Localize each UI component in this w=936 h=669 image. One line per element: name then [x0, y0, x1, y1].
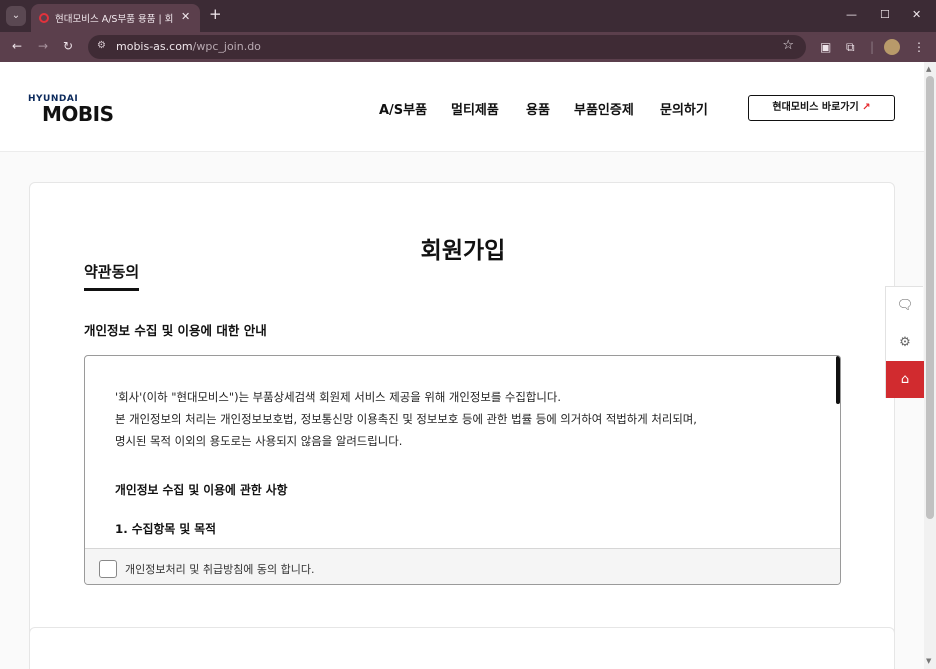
chat-icon[interactable]: 🗨: [886, 287, 924, 324]
quick-menu: 🗨 ⚙ ⌂: [885, 286, 924, 398]
favicon-icon: [39, 13, 49, 23]
terms-line: 명시된 목적 이외의 용도로는 사용되지 않음을 알려드립니다.: [115, 434, 403, 448]
extensions-puzzle-icon[interactable]: ⧉: [846, 40, 855, 55]
go-button-label: 현대모비스 바로가기: [772, 102, 859, 113]
privacy-notice-heading: 개인정보 수집 및 이용에 대한 안내: [84, 323, 267, 338]
nav-item-as-parts[interactable]: A/S부품: [379, 99, 427, 118]
page-scrollbar-thumb[interactable]: [926, 76, 934, 519]
url-host: mobis-as.com: [116, 40, 193, 53]
browser-address-bar: ← → ↻ ⚙ mobis-as.com/wpc_join.do ☆ ▣ ⧉ |…: [0, 32, 936, 62]
new-tab-button[interactable]: +: [209, 5, 222, 23]
site-settings-icon[interactable]: ⚙: [97, 40, 106, 51]
terms-line: '회사'(이하 "현대모비스")는 부품상세검색 회원제 서비스 제공을 위해 …: [115, 390, 561, 404]
window-close-button[interactable]: ✕: [912, 8, 921, 21]
terms-box: '회사'(이하 "현대모비스")는 부품상세검색 회원제 서비스 제공을 위해 …: [84, 355, 841, 585]
url-input[interactable]: ⚙ mobis-as.com/wpc_join.do ☆: [88, 35, 806, 59]
profile-avatar[interactable]: [884, 39, 900, 55]
go-hyundai-mobis-button[interactable]: 현대모비스 바로가기 ↗: [748, 95, 895, 121]
agree-checkbox[interactable]: [99, 560, 117, 578]
browser-tab-active[interactable]: 현대모비스 A/S부품 용품 | 회원 ✕: [31, 4, 200, 32]
tab-search-menu-button[interactable]: ⌄: [6, 6, 26, 26]
forward-arrow-icon[interactable]: →: [38, 39, 48, 53]
url-path: /wpc_join.do: [192, 40, 261, 53]
agree-row[interactable]: 개인정보처리 및 취급방침에 동의 합니다.: [85, 548, 840, 584]
nav-item-parts-certification[interactable]: 부품인증제: [574, 99, 634, 118]
back-arrow-icon[interactable]: ←: [12, 39, 22, 53]
next-section-card: [29, 627, 895, 669]
tab-close-icon[interactable]: ✕: [181, 10, 190, 23]
bookmark-star-icon[interactable]: ☆: [782, 38, 794, 53]
home-icon[interactable]: ⌂: [886, 361, 924, 398]
page-viewport: HYUNDAI MOBIS A/S부품 멀티제품 용품 부품인증제 문의하기 현…: [0, 62, 924, 669]
nav-item-accessories[interactable]: 용품: [526, 99, 550, 118]
terms-line: 본 개인정보의 처리는 개인정보보호법, 정보통신망 이용촉진 및 정보보호 등…: [115, 412, 697, 426]
tab-title: 현대모비스 A/S부품 용품 | 회원: [55, 14, 173, 25]
minimize-button[interactable]: —: [846, 8, 857, 21]
browser-menu-icon[interactable]: ⋮: [913, 40, 925, 54]
reload-icon[interactable]: ↻: [63, 39, 73, 53]
nav-item-multi-products[interactable]: 멀티제품: [451, 99, 499, 118]
url-text: mobis-as.com/wpc_join.do: [116, 40, 261, 53]
site-header: HYUNDAI MOBIS A/S부품 멀티제품 용품 부품인증제 문의하기 현…: [0, 62, 924, 152]
tab-terms-agreement[interactable]: 약관동의: [84, 261, 140, 291]
external-arrow-icon: ↗: [862, 102, 871, 113]
terms-scroll-area[interactable]: '회사'(이하 "현대모비스")는 부품상세검색 회원제 서비스 제공을 위해 …: [85, 356, 840, 548]
nav-item-inquiry[interactable]: 문의하기: [660, 99, 708, 118]
maximize-button[interactable]: ☐: [880, 8, 890, 21]
terms-intro-text: '회사'(이하 "현대모비스")는 부품상세검색 회원제 서비스 제공을 위해 …: [115, 386, 815, 452]
scroll-down-arrow-icon[interactable]: ▼: [926, 657, 931, 665]
terms-heading-collection: 개인정보 수집 및 이용에 관한 사항: [115, 483, 288, 497]
gear-icon[interactable]: ⚙: [886, 324, 924, 361]
tab-search-icon[interactable]: ▣: [820, 40, 831, 54]
agree-label[interactable]: 개인정보처리 및 취급방침에 동의 합니다.: [125, 561, 315, 577]
page-title: 회원가입: [420, 238, 506, 264]
scroll-up-arrow-icon[interactable]: ▲: [926, 65, 931, 73]
terms-heading-items-purpose: 1. 수집항목 및 목적: [115, 522, 216, 536]
signup-card: 회원가입 약관동의 개인정보 수집 및 이용에 대한 안내 '회사'(이하 "현…: [29, 182, 895, 642]
terms-scrollbar-thumb[interactable]: [836, 356, 840, 404]
logo-mobis-text[interactable]: MOBIS: [42, 102, 114, 126]
toolbar-divider: |: [870, 40, 875, 54]
browser-tab-bar: ⌄ 현대모비스 A/S부품 용품 | 회원 ✕ + — ☐ ✕: [0, 0, 936, 32]
